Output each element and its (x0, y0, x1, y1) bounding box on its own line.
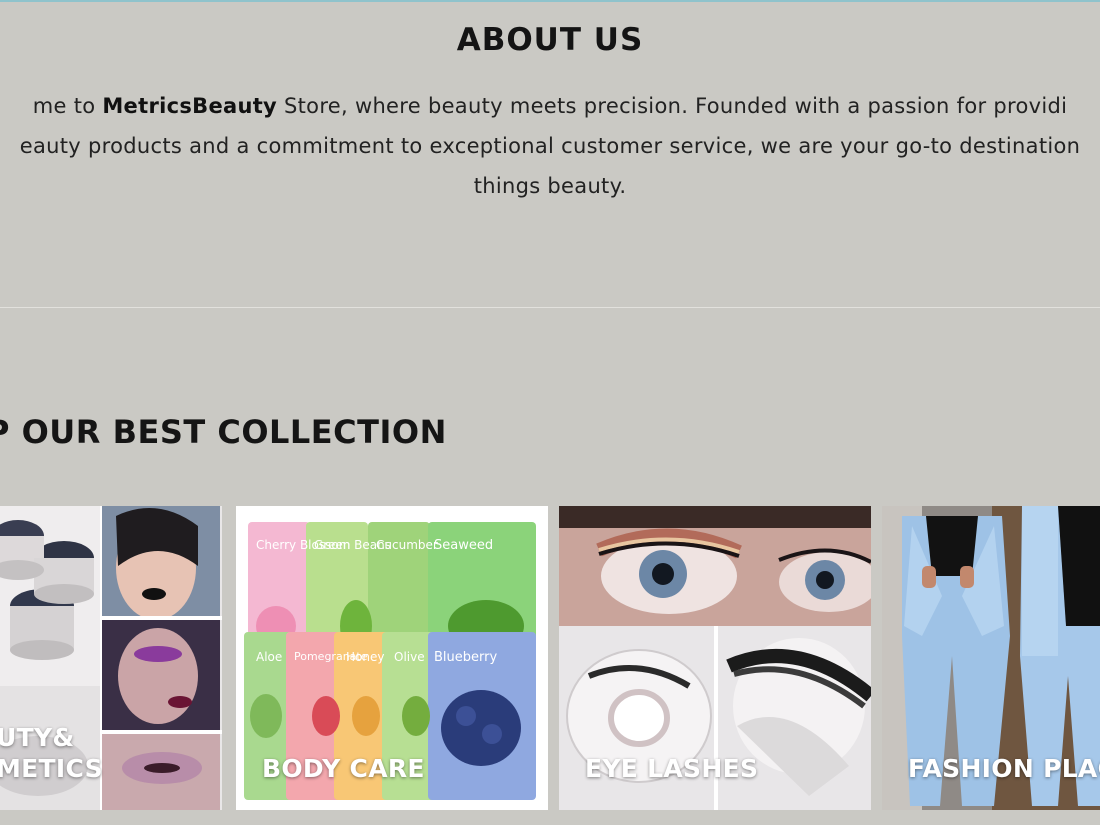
card-label-line-1: UTY& (0, 723, 75, 752)
collection-heading: P OUR BEST COLLECTION (0, 413, 447, 451)
mask-label-blueberry: Blueberry (434, 650, 498, 665)
about-line-1-start: me to (32, 94, 103, 118)
about-line-1: me to MetricsBeauty Store, where beauty … (33, 94, 1068, 118)
section-divider (0, 307, 1100, 308)
mask-label-seaweed: Seaweed (434, 538, 494, 553)
about-description: me to MetricsBeauty Store, where beauty … (0, 86, 1100, 206)
mask-label-honey: Honey (346, 650, 385, 664)
card-label-eye-lashes: EYE LASHES (585, 754, 759, 783)
card-label-body-care: BODY CARE (262, 754, 425, 783)
mask-label-aloe: Aloe (256, 650, 283, 664)
about-line-1-end: Store, where beauty meets precision. Fou… (277, 94, 1068, 118)
card-label-beauty-cosmetics: UTY& METICS (0, 722, 103, 784)
about-line-3: things beauty. (473, 174, 627, 198)
brand-name: MetricsBeauty (102, 94, 278, 118)
collection-card-beauty-cosmetics[interactable]: UTY& METICS (0, 506, 222, 810)
collection-card-eye-lashes[interactable]: EYE LASHES (559, 506, 871, 810)
collection-card-body-care[interactable]: Cherry Blossom Green Beans Cucumber Seaw… (236, 506, 548, 810)
top-border-line (0, 0, 1100, 2)
about-line-2: eauty products and a commitment to excep… (19, 134, 1081, 158)
about-title: ABOUT US (456, 22, 644, 58)
mask-label-cucumber: Cucumber (376, 538, 438, 552)
card-label-fashion-place: FASHION PLAC (908, 754, 1100, 783)
mask-label-olive: Olive (394, 650, 425, 664)
card-label-line-2: METICS (0, 754, 103, 783)
collection-card-fashion-place[interactable]: FASHION PLAC (882, 506, 1100, 810)
